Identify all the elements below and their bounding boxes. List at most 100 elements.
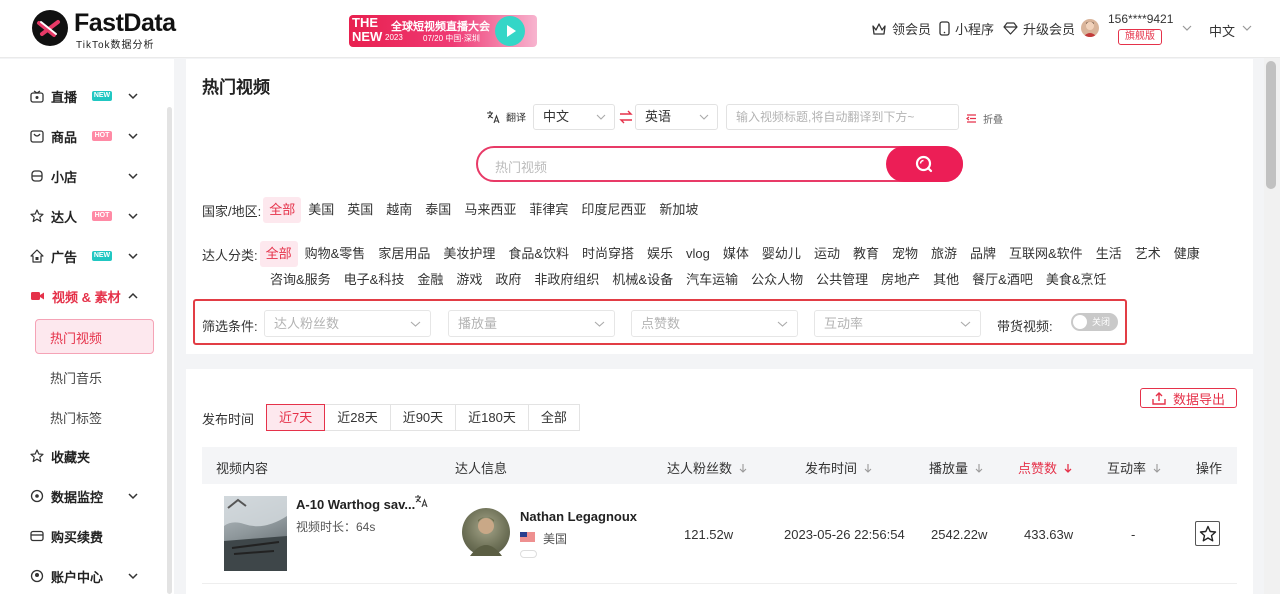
category-chip[interactable]: 美妆护理	[437, 241, 501, 267]
column-header-engagement[interactable]: 互动率	[1107, 458, 1161, 477]
creator-name[interactable]: Nathan Legagnoux	[520, 509, 637, 524]
category-chip[interactable]: 房地产	[875, 267, 926, 293]
category-chip[interactable]: 家居用品	[372, 241, 436, 267]
sidebar-item-products[interactable]: 商品	[30, 126, 77, 146]
search-bar[interactable]: 热门视频	[476, 146, 963, 182]
translate-icon[interactable]	[414, 494, 428, 508]
chevron-down-icon[interactable]	[127, 90, 139, 102]
category-chip[interactable]: 婴幼儿	[756, 241, 807, 267]
logo-name[interactable]: FastData	[74, 9, 176, 37]
video-thumbnail[interactable]	[224, 496, 287, 571]
video-title[interactable]: A-10 Warthog sav...	[296, 497, 415, 512]
search-button[interactable]	[886, 146, 963, 182]
sidebar-item-purchase[interactable]: 购买续费	[30, 526, 103, 546]
category-chip[interactable]: 汽车运输	[680, 267, 744, 293]
tab-180-days[interactable]: 近180天	[455, 404, 529, 431]
chevron-down-icon[interactable]	[127, 250, 139, 262]
sidebar-scrollbar[interactable]	[167, 107, 172, 594]
column-header-published[interactable]: 发布时间	[805, 458, 872, 477]
fold-button[interactable]: 折叠	[966, 111, 1003, 126]
user-avatar[interactable]	[1081, 19, 1099, 37]
region-chip[interactable]: 印度尼西亚	[575, 197, 652, 223]
region-chip[interactable]: 越南	[380, 197, 418, 223]
chevron-down-icon[interactable]	[127, 170, 139, 182]
search-input[interactable]: 热门视频	[495, 157, 547, 176]
sidebar-item-ads[interactable]: 广告	[30, 246, 77, 266]
category-chip[interactable]: 政府	[489, 267, 527, 293]
category-chip[interactable]: 媒体	[717, 241, 755, 267]
views-filter-select[interactable]: 播放量	[448, 310, 615, 337]
region-chip[interactable]: 马来西亚	[458, 197, 522, 223]
goods-video-toggle[interactable]: 关闭	[1071, 313, 1118, 331]
category-chip[interactable]: 食品&饮料	[502, 241, 575, 267]
category-chip[interactable]: 电子&科技	[338, 267, 411, 293]
tab-90-days[interactable]: 近90天	[389, 404, 457, 431]
export-button[interactable]: 数据导出	[1140, 388, 1237, 408]
likes-filter-select[interactable]: 点赞数	[631, 310, 798, 337]
column-header-likes[interactable]: 点赞数	[1018, 458, 1072, 477]
category-chip[interactable]: 机械&设备	[606, 267, 679, 293]
category-chip[interactable]: 非政府组织	[528, 267, 605, 293]
chevron-down-icon[interactable]	[1241, 22, 1253, 34]
region-chip[interactable]: 新加坡	[653, 197, 704, 223]
category-chip[interactable]: 艺术	[1129, 241, 1167, 267]
category-chip[interactable]: 餐厅&酒吧	[966, 267, 1039, 293]
tab-28-days[interactable]: 近28天	[324, 404, 391, 431]
category-chip[interactable]: 教育	[847, 241, 885, 267]
sidebar-item-live[interactable]: 直播	[30, 86, 77, 106]
logo-icon[interactable]	[32, 10, 68, 46]
sidebar-sub-hot-music[interactable]: 热门音乐	[50, 368, 102, 387]
target-language-select[interactable]: 英语	[635, 104, 718, 130]
tab-7-days[interactable]: 近7天	[266, 404, 326, 431]
chevron-down-icon[interactable]	[127, 490, 139, 502]
category-chip[interactable]: 美食&烹饪	[1040, 267, 1113, 293]
category-chip[interactable]: 运动	[808, 241, 846, 267]
region-chip[interactable]: 美国	[302, 197, 340, 223]
chevron-down-icon[interactable]	[127, 570, 139, 582]
sidebar-sub-hot-videos[interactable]: 热门视频	[50, 328, 102, 347]
category-chip[interactable]: 公共管理	[810, 267, 874, 293]
category-chip[interactable]: 游戏	[450, 267, 488, 293]
category-chip[interactable]: 咨询&服务	[264, 267, 337, 293]
language-select[interactable]: 中文	[1209, 21, 1235, 40]
source-language-select[interactable]: 中文	[533, 104, 615, 130]
chevron-down-icon[interactable]	[1181, 22, 1193, 34]
chevron-up-icon[interactable]	[127, 290, 139, 302]
category-chip[interactable]: 健康	[1168, 241, 1206, 267]
sidebar-item-account[interactable]: 账户中心	[30, 566, 103, 586]
category-chip[interactable]: 生活	[1090, 241, 1128, 267]
category-chip[interactable]: vlog	[680, 241, 716, 267]
region-chip[interactable]: 泰国	[419, 197, 457, 223]
nav-get-membership[interactable]: 领会员	[871, 19, 931, 38]
favorite-button[interactable]	[1195, 521, 1220, 546]
engagement-filter-select[interactable]: 互动率	[814, 310, 981, 337]
nav-upgrade[interactable]: 升级会员	[1003, 19, 1075, 38]
category-chip[interactable]: 公众人物	[745, 267, 809, 293]
sidebar-sub-hot-tags[interactable]: 热门标签	[50, 408, 102, 427]
category-chip[interactable]: 品牌	[964, 241, 1002, 267]
region-chip[interactable]: 全部	[263, 197, 302, 223]
swap-languages-icon[interactable]	[619, 110, 633, 124]
followers-filter-select[interactable]: 达人粉丝数	[264, 310, 431, 337]
category-chip[interactable]: 时尚穿搭	[576, 241, 640, 267]
nav-mini-program[interactable]: 小程序	[939, 19, 994, 38]
sidebar-item-video-material[interactable]: 视频 & 素材	[30, 286, 121, 306]
translate-toggle[interactable]: 翻译	[486, 109, 526, 124]
sidebar-item-monitor[interactable]: 数据监控	[30, 486, 103, 506]
category-chip[interactable]: 互联网&软件	[1003, 241, 1089, 267]
column-header-followers[interactable]: 达人粉丝数	[667, 458, 747, 477]
user-phone[interactable]: 156****9421	[1108, 12, 1173, 26]
category-chip[interactable]: 其他	[927, 267, 965, 293]
creator-avatar[interactable]	[462, 508, 510, 556]
category-chip[interactable]: 购物&零售	[299, 241, 372, 267]
sidebar-item-favorites[interactable]: 收藏夹	[30, 446, 90, 466]
tab-all[interactable]: 全部	[527, 404, 580, 431]
category-chip[interactable]: 旅游	[925, 241, 963, 267]
sidebar-item-store[interactable]: 小店	[30, 166, 77, 186]
category-chip[interactable]: 宠物	[886, 241, 924, 267]
category-chip[interactable]: 全部	[259, 241, 298, 267]
category-chip[interactable]: 金融	[411, 267, 449, 293]
page-scrollbar-thumb[interactable]	[1266, 61, 1276, 189]
sidebar-item-creators[interactable]: 达人	[30, 206, 77, 226]
chevron-down-icon[interactable]	[127, 130, 139, 142]
